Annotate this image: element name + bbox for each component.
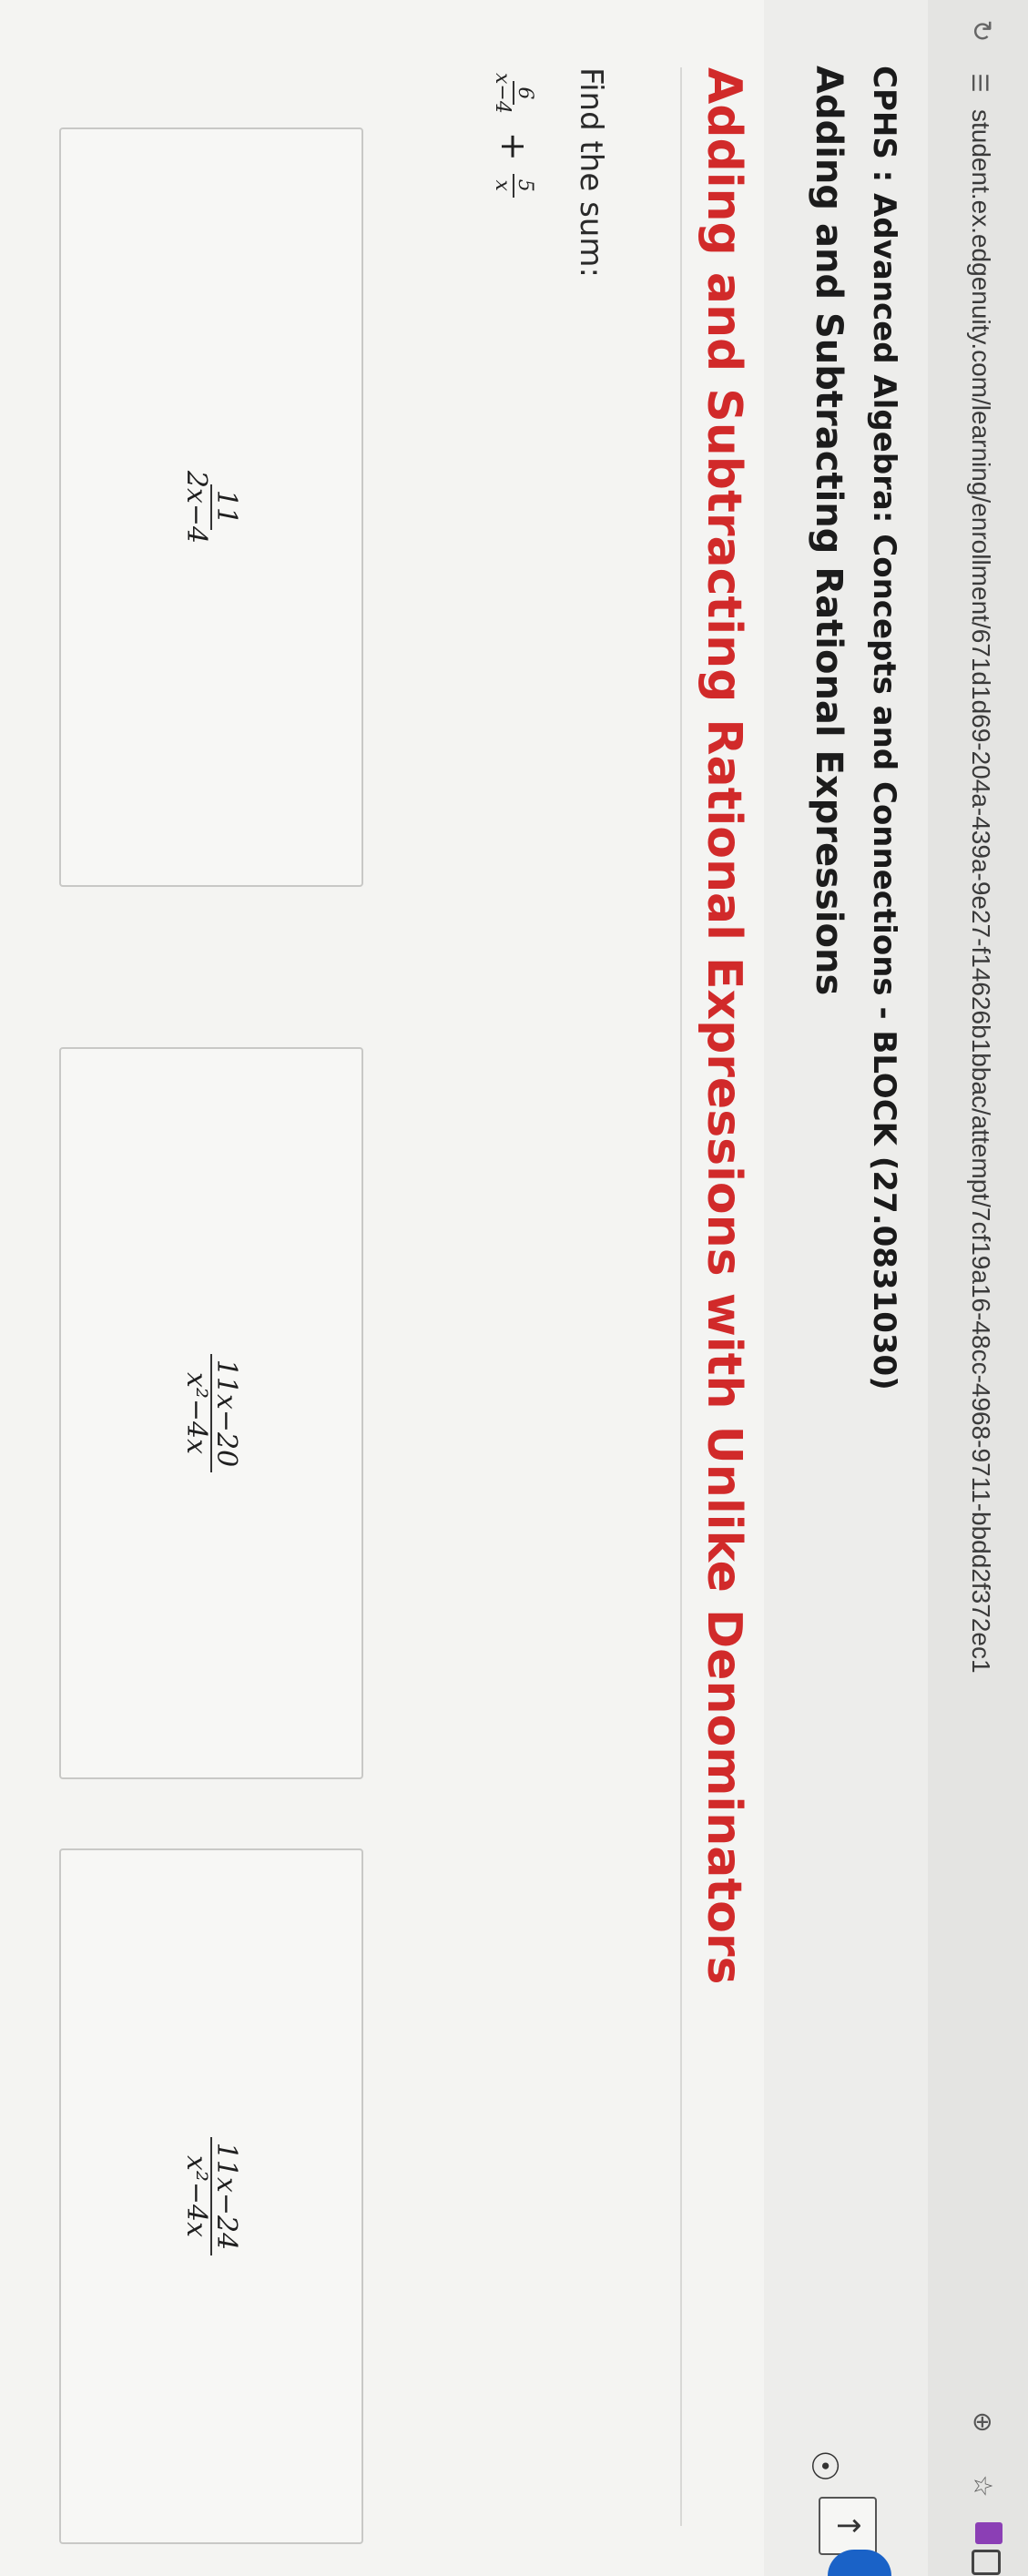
site-info-icon[interactable]: ☰	[962, 66, 997, 100]
answer-choice-2[interactable]: 11x−20 x²−4x	[59, 1047, 363, 1779]
problem-expression: 6 x−4 + 5 x	[482, 67, 545, 198]
fraction-denominator: x²−4x	[180, 2154, 212, 2238]
reload-icon[interactable]: ↻	[962, 13, 999, 49]
fraction-numerator: 11x−20	[210, 1353, 243, 1473]
problem-fraction-2: 5 x	[491, 173, 536, 198]
tabs-icon[interactable]	[972, 2550, 1001, 2575]
fraction-denominator: x²−4x	[180, 1371, 212, 1455]
extension-icon[interactable]	[975, 2522, 1003, 2544]
question-prompt: Find the sum:	[573, 67, 609, 278]
fraction-numerator: 11x−24	[210, 2136, 243, 2256]
choice-fraction: 11x−20 x²−4x	[180, 1353, 243, 1473]
zoom-icon[interactable]: ⊕	[964, 2404, 1001, 2440]
fraction-denominator: x−4	[491, 73, 514, 114]
lesson-title: Adding and Subtracting Rational Expressi…	[808, 66, 850, 996]
fraction-denominator: x	[491, 179, 514, 191]
url-text[interactable]: student.ex.edgenuity.com/learning/enroll…	[966, 109, 995, 1674]
answer-choice-1[interactable]: 11 2x−4	[59, 127, 363, 887]
course-title: CPHS : Advanced Algebra: Concepts and Co…	[866, 66, 902, 1390]
fraction-numerator: 6	[513, 81, 536, 106]
activity-title: Adding and Subtracting Rational Expressi…	[697, 67, 751, 1985]
plus-operator: +	[494, 131, 534, 161]
divider	[680, 67, 682, 2526]
bookmark-star-icon[interactable]: ☆	[964, 2468, 1001, 2504]
answer-choice-3[interactable]: 11x−24 x²−4x	[59, 1848, 363, 2544]
activity-content: Adding and Subtracting Rational Expressi…	[0, 0, 764, 2576]
choice-fraction: 11x−24 x²−4x	[180, 2136, 243, 2256]
fraction-denominator: 2x−4	[180, 470, 212, 545]
problem-fraction-1: 6 x−4	[491, 67, 536, 119]
course-header: CPHS : Advanced Algebra: Concepts and Co…	[764, 0, 928, 2576]
upload-nav-icon[interactable]: ↑	[819, 2497, 877, 2555]
fraction-numerator: 5	[513, 173, 536, 198]
browser-window: ↻ ☰ student.ex.edgenuity.com/learning/en…	[0, 0, 1028, 2576]
choice-fraction: 11 2x−4	[180, 465, 243, 549]
help-lightbulb-icon[interactable]: ☉	[802, 2444, 846, 2488]
fraction-numerator: 11	[210, 484, 243, 531]
address-bar: ↻ ☰ student.ex.edgenuity.com/learning/en…	[927, 0, 1028, 2576]
